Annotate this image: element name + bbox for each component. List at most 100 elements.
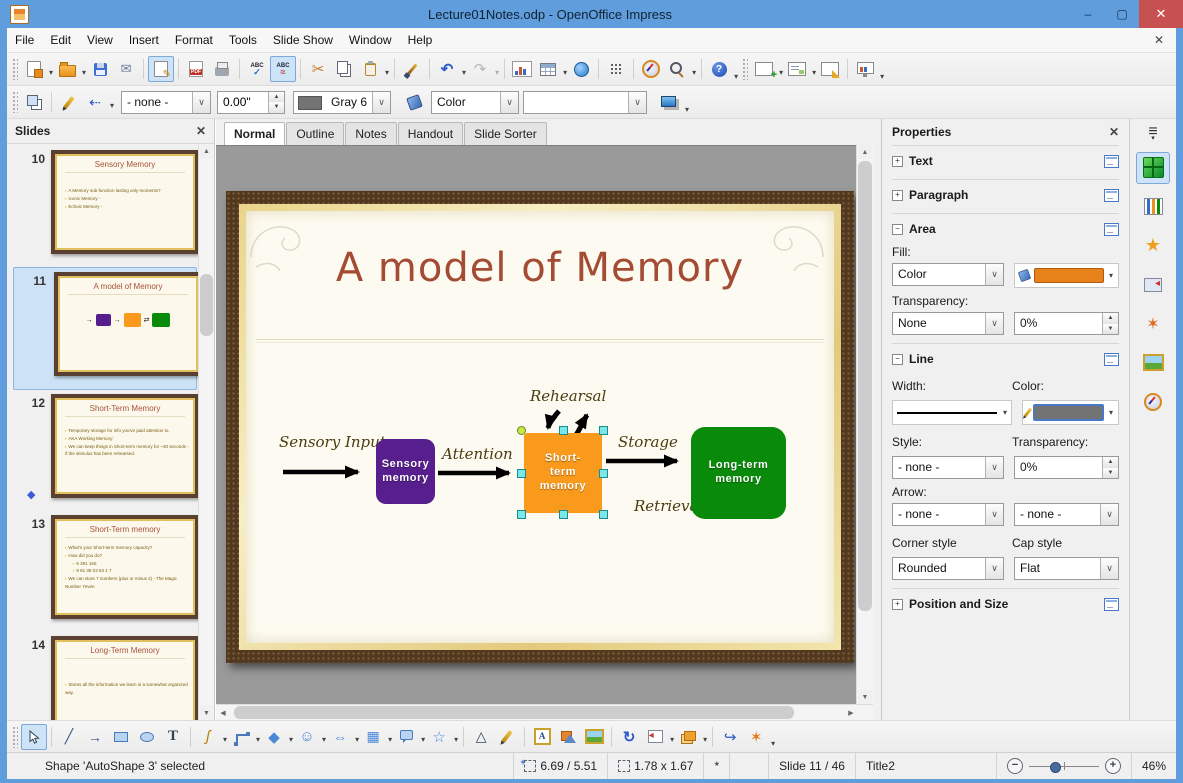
chevron-icon[interactable]: ∨ xyxy=(985,457,1003,478)
menu-view[interactable]: View xyxy=(79,29,121,51)
toolbar-overflow[interactable]: ▾ xyxy=(734,72,738,81)
scroll-down-icon[interactable]: ▼ xyxy=(200,706,213,720)
line-width-down-icon[interactable]: ▼ xyxy=(269,102,285,113)
arrow-style-dropdown[interactable]: ▾ xyxy=(110,101,114,110)
rectangle-tool-button[interactable] xyxy=(108,724,134,750)
fill-type-chevron-icon[interactable]: ∨ xyxy=(500,91,519,113)
sensory-input-label[interactable]: Sensory Input xyxy=(279,433,386,451)
slide-thumbnail-12[interactable]: 12 Short-Term Memory Temporary storage f… xyxy=(7,390,199,511)
attention-label[interactable]: Attention xyxy=(442,445,513,463)
scroll-left-icon[interactable]: ◀ xyxy=(216,706,230,719)
scroll-right-icon[interactable]: ▶ xyxy=(844,706,858,719)
export-pdf-button[interactable] xyxy=(183,56,209,82)
paragraph-section-label[interactable]: Paragraph xyxy=(909,188,968,202)
chevron-icon[interactable]: ∨ xyxy=(985,264,1003,285)
toolbar-grip-2[interactable] xyxy=(742,58,749,80)
selection-handle-bottom-left[interactable] xyxy=(517,510,526,519)
stars-dropdown[interactable]: ▾ xyxy=(454,735,458,744)
fill-color-picker[interactable]: ▾ xyxy=(1014,263,1119,288)
slide-canvas[interactable]: A model of Memory Sensory Input Attentio… xyxy=(226,191,854,663)
alignment-dropdown[interactable]: ▾ xyxy=(670,735,674,744)
master-pages-tab[interactable] xyxy=(1136,269,1170,301)
line-dialog-button[interactable] xyxy=(56,89,82,115)
possize-dialog-launcher-icon[interactable] xyxy=(1104,597,1119,611)
table-dropdown[interactable]: ▾ xyxy=(563,68,567,77)
fontwork-button[interactable]: A xyxy=(529,724,555,750)
menu-insert[interactable]: Insert xyxy=(121,29,167,51)
help-button[interactable]: ? xyxy=(706,56,732,82)
zoom-in-button[interactable]: + xyxy=(1104,758,1121,774)
glue-points-button[interactable] xyxy=(494,724,520,750)
insert-chart-button[interactable] xyxy=(509,56,535,82)
arrow-end-select[interactable]: - none - ∨ xyxy=(1014,503,1119,526)
edit-points-button[interactable]: △ xyxy=(468,724,494,750)
print-button[interactable] xyxy=(209,56,235,82)
effects-tab[interactable]: ✶ xyxy=(1136,308,1170,340)
line-style-select[interactable]: - none - ∨ xyxy=(892,456,1004,479)
menu-help[interactable]: Help xyxy=(400,29,441,51)
drawbar-overflow[interactable]: ▾ xyxy=(771,739,775,748)
display-grid-button[interactable] xyxy=(603,56,629,82)
down-icon[interactable]: ▼ xyxy=(1103,323,1118,334)
area-dialog-button[interactable] xyxy=(401,89,427,115)
callouts-button[interactable] xyxy=(393,724,419,750)
paste-button[interactable] xyxy=(357,56,383,82)
area-section-label[interactable]: Area xyxy=(909,222,936,236)
arrow-tool-button[interactable]: → xyxy=(82,724,108,750)
menu-edit[interactable]: Edit xyxy=(42,29,79,51)
line-dialog-launcher-icon[interactable] xyxy=(1104,352,1119,366)
spelling-button[interactable]: ABC ✓ xyxy=(244,56,270,82)
toolbar-grip[interactable] xyxy=(12,58,18,80)
curve-dropdown[interactable]: ▾ xyxy=(223,735,227,744)
workspace-hscrollbar[interactable]: ◀ ▶ xyxy=(216,704,873,720)
zoom-out-button[interactable]: − xyxy=(1006,758,1023,774)
open-button[interactable] xyxy=(54,56,80,82)
minimize-button[interactable]: – xyxy=(1071,3,1105,25)
autospellcheck-button[interactable]: ABC ≈ xyxy=(270,56,297,82)
presentation-toolbar-overflow[interactable]: ▾ xyxy=(880,72,884,81)
slide-thumbnail-13[interactable]: 13 Short-Term memory What's your Short-t… xyxy=(7,511,199,632)
expand-icon[interactable]: + xyxy=(892,155,903,167)
transparency-type-select[interactable]: None ∨ xyxy=(892,312,1004,335)
flowchart-button[interactable]: ▦ xyxy=(360,724,386,750)
slide-design-button[interactable] xyxy=(817,56,843,82)
line-tool-button[interactable]: ╱ xyxy=(56,724,82,750)
line-filling-overflow[interactable]: ▾ xyxy=(685,105,689,114)
connector-tool-button[interactable] xyxy=(228,724,254,750)
slide-workspace[interactable]: A model of Memory Sensory Input Attentio… xyxy=(216,145,856,704)
interaction-button[interactable]: ↪ xyxy=(717,724,743,750)
selection-handle-top-right[interactable] xyxy=(599,426,608,435)
selection-handle-mid-left[interactable] xyxy=(517,469,526,478)
selection-handle-top-left[interactable] xyxy=(517,426,526,435)
menu-slideshow[interactable]: Slide Show xyxy=(265,29,341,51)
up-icon[interactable]: ▲ xyxy=(1103,313,1118,324)
slides-panel-close-icon[interactable]: ✕ xyxy=(196,124,206,138)
dropdown-icon[interactable]: ▾ xyxy=(1003,408,1007,417)
tab-slide-sorter[interactable]: Slide Sorter xyxy=(464,122,547,145)
navigator-button[interactable] xyxy=(638,56,664,82)
line-transparency-spinner[interactable]: 0% ▲ ▼ xyxy=(1014,456,1119,479)
slide-transition-tab[interactable] xyxy=(1136,191,1170,223)
block-arrows-button[interactable]: ⇔ xyxy=(327,724,353,750)
insert-table-button[interactable] xyxy=(535,56,561,82)
gallery-tab[interactable] xyxy=(1136,347,1170,379)
slide-layout-dropdown[interactable]: ▾ xyxy=(812,68,816,77)
shadow-button[interactable] xyxy=(657,89,683,115)
area-dialog-launcher-icon[interactable] xyxy=(1104,222,1119,236)
zoom-percentage[interactable]: 46% xyxy=(1130,753,1176,779)
menu-file[interactable]: File xyxy=(7,29,42,51)
line-color-chevron-icon[interactable]: ∨ xyxy=(372,91,391,113)
ellipse-tool-button[interactable] xyxy=(134,724,160,750)
hyperlink-button[interactable] xyxy=(568,56,594,82)
arrow-start-select[interactable]: - none - ∨ xyxy=(892,503,1004,526)
slide-thumbnail-14[interactable]: 14 Long-Term Memory Stores all the infor… xyxy=(7,632,199,720)
alignment-button[interactable] xyxy=(642,724,668,750)
position-size-label[interactable]: Position and Size xyxy=(909,597,1008,611)
close-button[interactable]: ✕ xyxy=(1139,0,1183,28)
redo-dropdown[interactable]: ▾ xyxy=(495,68,499,77)
line-style-chevron-icon[interactable]: ∨ xyxy=(192,91,211,113)
scroll-up-icon[interactable]: ▲ xyxy=(858,145,872,159)
sidebar-menu-button[interactable]: ≡ ▾ xyxy=(1148,124,1157,142)
toolbar-grip-3[interactable] xyxy=(12,91,18,113)
toolbar-grip-4[interactable] xyxy=(12,725,18,748)
